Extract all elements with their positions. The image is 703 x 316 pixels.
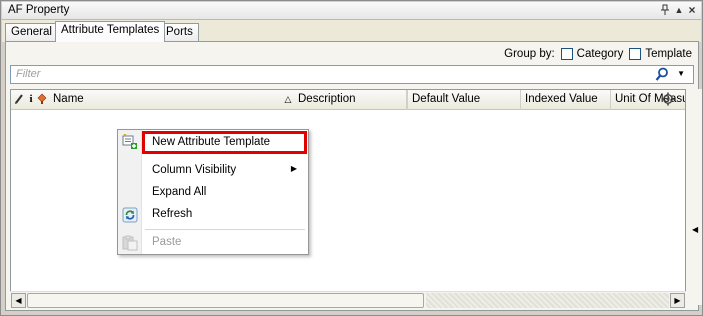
scrollbar-track[interactable]	[426, 293, 669, 308]
menu-item-column-visibility[interactable]: Column Visibility ▶	[143, 160, 307, 181]
tab-ports[interactable]: Ports	[160, 23, 199, 42]
column-name[interactable]: Name	[49, 90, 288, 110]
title-bar: AF Property ▲ ×	[2, 2, 701, 20]
context-menu: New Attribute Template Column Visibility…	[117, 129, 309, 255]
horizontal-scrollbar[interactable]: ◀ ▶	[10, 291, 686, 308]
refresh-icon	[122, 207, 138, 223]
side-panel-toggle[interactable]: ◀	[688, 89, 702, 305]
filter-input[interactable]: Filter	[16, 68, 40, 80]
filter-dropdown-icon[interactable]: ▼	[677, 69, 685, 78]
search-icon[interactable]	[655, 67, 669, 82]
new-attribute-template-icon	[122, 133, 138, 150]
column-default-value[interactable]: Default Value	[407, 90, 521, 110]
af-property-window: AF Property ▲ × General Attribute Templa…	[0, 0, 703, 316]
group-by-label: Group by:	[504, 48, 555, 60]
sort-ascending-icon[interactable]: △	[283, 94, 293, 107]
menu-item-expand-all[interactable]: Expand All	[143, 182, 307, 203]
pencil-icon[interactable]	[14, 93, 24, 106]
grid-header: i Name △ Description Default Value Index…	[11, 90, 685, 110]
tab-general[interactable]: General	[5, 23, 58, 42]
column-description[interactable]: Description	[294, 90, 407, 110]
scroll-left-icon[interactable]: ◀	[11, 293, 26, 308]
submenu-arrow-icon: ▶	[290, 164, 297, 173]
category-label[interactable]: Category	[577, 48, 624, 60]
category-checkbox[interactable]	[560, 48, 573, 60]
attribute-templates-grid[interactable]: i Name △ Description Default Value Index…	[10, 89, 686, 305]
menu-item-column-visibility-label: Column Visibility	[152, 164, 237, 176]
attribute-templates-panel: Group by: Category Template Filter ▼ i N…	[5, 41, 702, 311]
pin-icon[interactable]	[659, 4, 671, 17]
menu-item-refresh[interactable]: Refresh	[143, 204, 307, 225]
tab-strip: General Attribute Templates Ports	[2, 20, 701, 42]
menu-item-paste: Paste	[152, 236, 182, 248]
scrollbar-thumb[interactable]	[27, 293, 424, 308]
menu-item-new-attribute-template[interactable]: New Attribute Template	[142, 131, 307, 154]
category-icon[interactable]	[37, 93, 47, 106]
close-icon[interactable]: ×	[686, 4, 698, 17]
collapse-left-icon[interactable]: ◀	[692, 225, 698, 234]
group-by-bar: Group by: Category Template	[504, 46, 692, 62]
collapse-up-icon[interactable]: ▲	[673, 4, 685, 17]
column-chooser-icon[interactable]	[661, 92, 675, 106]
scroll-right-icon[interactable]: ▶	[670, 293, 685, 308]
window-title: AF Property	[8, 4, 70, 16]
template-label[interactable]: Template	[645, 48, 692, 60]
menu-separator	[145, 229, 305, 230]
filter-box[interactable]: Filter ▼	[10, 65, 694, 84]
info-icon[interactable]: i	[26, 93, 36, 106]
tab-attribute-templates[interactable]: Attribute Templates	[55, 21, 166, 42]
template-checkbox[interactable]	[629, 48, 642, 60]
paste-icon	[122, 235, 138, 251]
column-indexed-value[interactable]: Indexed Value	[521, 90, 611, 110]
